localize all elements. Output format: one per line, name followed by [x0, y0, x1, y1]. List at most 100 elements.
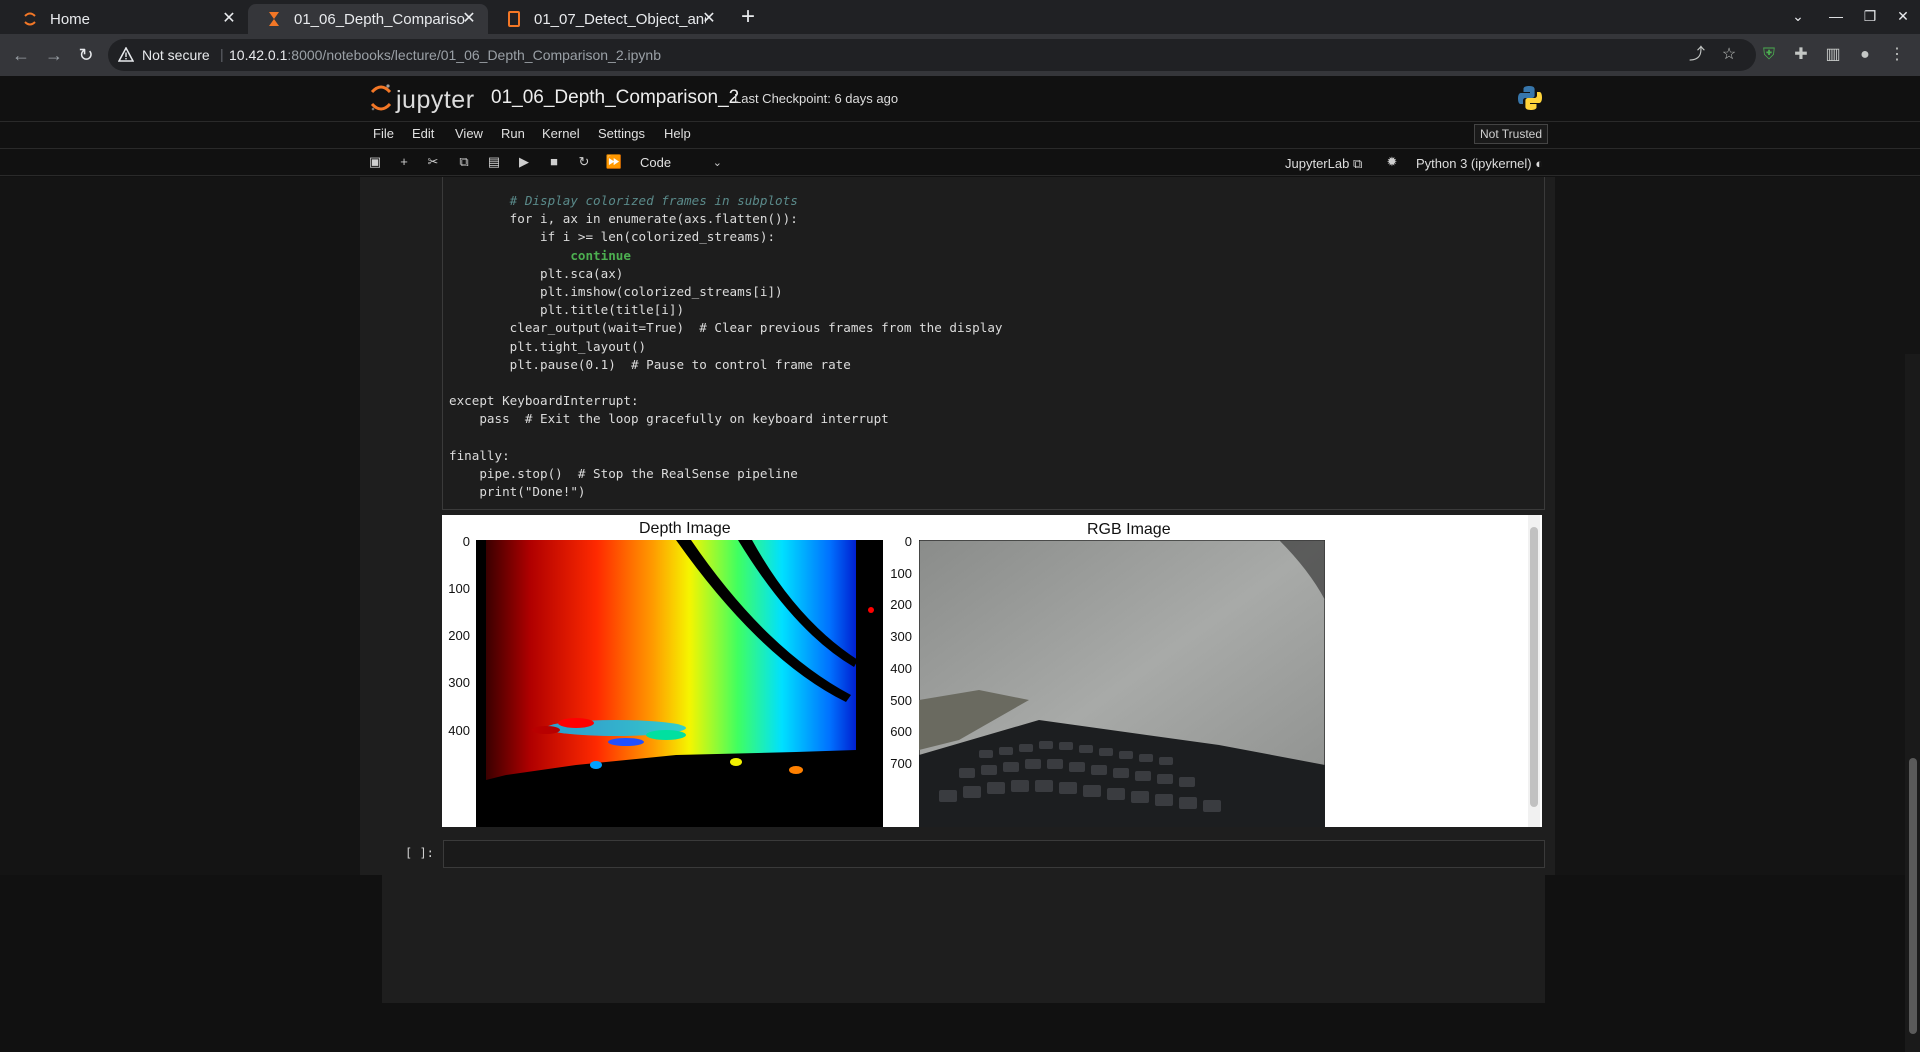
code-line: if i >= len(colorized_streams):	[449, 229, 775, 244]
url-host: 10.42.0.1	[229, 47, 288, 63]
scrollbar-thumb[interactable]	[1530, 527, 1538, 807]
code-text: pass # Exit the loop gracefully on keybo…	[449, 411, 889, 427]
code-editor[interactable]: # Display colorized frames in subplots f…	[449, 192, 1003, 501]
y-tick-label: 500	[890, 693, 912, 708]
python-logo-icon	[1517, 85, 1543, 111]
url-path: :8000/notebooks/lecture/01_06_Depth_Comp…	[287, 47, 661, 63]
run-icon[interactable]: ▶	[515, 153, 533, 171]
code-text: clear_output(wait=True) # Clear previous…	[449, 320, 1003, 336]
menu-kebab-icon[interactable]: ⋮	[1886, 44, 1908, 66]
close-icon[interactable]: ✕	[220, 10, 238, 28]
minimize-icon[interactable]: —	[1826, 8, 1846, 24]
shield-extension-icon[interactable]: ⛨	[1758, 44, 1780, 66]
menu-kernel[interactable]: Kernel	[542, 126, 580, 141]
output-area[interactable]: Depth Image 0 100 200 300 400 RGB Image …	[442, 515, 1542, 827]
jupyter-logo-icon	[370, 83, 392, 118]
divider: |	[220, 46, 224, 62]
code-text: plt.imshow(colorized_streams[i])	[449, 284, 783, 300]
y-tick-label: 200	[890, 597, 912, 612]
insert-cell-icon[interactable]: +	[395, 153, 413, 171]
bookmark-star-icon[interactable]: ☆	[1718, 44, 1740, 66]
kernel-name: Python 3 (ipykernel)	[1416, 156, 1532, 171]
menu-run[interactable]: Run	[501, 126, 525, 141]
paste-icon[interactable]: ▤	[485, 153, 503, 171]
kernel-status[interactable]: Python 3 (ipykernel) ◐	[1416, 156, 1543, 171]
depth-image	[476, 540, 883, 827]
y-tick-label: 0	[904, 534, 912, 549]
code-line: plt.pause(0.1) # Pause to control frame …	[449, 357, 851, 372]
external-link-icon: ⧉	[1352, 156, 1363, 171]
browser-toolbar: ← → ↻ Not secure | 10.42.0.1:8000/notebo…	[0, 34, 1920, 76]
back-icon[interactable]: ←	[11, 45, 31, 65]
restart-icon[interactable]: ↻	[575, 153, 593, 171]
copy-icon[interactable]: ⧉	[455, 153, 473, 171]
y-tick-label: 100	[448, 581, 470, 596]
y-tick-label: 300	[448, 675, 470, 690]
stop-icon[interactable]: ■	[545, 153, 563, 171]
y-tick-label: 600	[890, 724, 912, 739]
restart-run-all-icon[interactable]: ⏩	[605, 153, 623, 171]
restore-icon[interactable]: ❐	[1860, 8, 1880, 25]
profile-icon[interactable]: ●	[1854, 44, 1876, 66]
jupyter-menubar: File Edit View Run Kernel Settings Help …	[0, 121, 1920, 147]
scrollbar-thumb[interactable]	[1909, 758, 1917, 1034]
forward-icon[interactable]: →	[44, 45, 64, 65]
cut-icon[interactable]: ✂	[424, 153, 442, 171]
code-line: # Display colorized frames in subplots	[449, 193, 798, 208]
tab-depth-comparison[interactable]: 01_06_Depth_Comparison ✕	[248, 4, 488, 34]
settings-gear-icon[interactable]: ✹	[1383, 153, 1401, 171]
close-icon[interactable]: ✕	[460, 10, 478, 28]
tab-search-icon[interactable]: ⌄	[1788, 8, 1808, 25]
code-text: print("Done!")	[449, 484, 586, 500]
chevron-down-icon: ⌄	[712, 157, 722, 169]
address-bar[interactable]: Not secure | 10.42.0.1:8000/notebooks/le…	[108, 39, 1756, 71]
y-tick-label: 100	[890, 566, 912, 581]
security-label: Not secure	[142, 47, 210, 63]
warning-icon	[117, 46, 135, 63]
share-icon[interactable]: ⤴	[1686, 44, 1708, 66]
menu-help[interactable]: Help	[664, 126, 691, 141]
tab-home[interactable]: Home ✕	[4, 4, 248, 34]
empty-code-cell[interactable]	[443, 840, 1545, 868]
input-prompt: [ ]:	[405, 846, 434, 860]
new-tab-button[interactable]: +	[736, 5, 760, 30]
code-line: plt.sca(ax)	[449, 266, 623, 281]
y-tick-label: 200	[448, 628, 470, 643]
output-scrollbar[interactable]	[1528, 515, 1540, 827]
page-scrollbar[interactable]	[1905, 354, 1920, 1052]
cell-type-value: Code	[640, 155, 672, 170]
side-panel-icon[interactable]: ▥	[1822, 44, 1844, 66]
code-text: except KeyboardInterrupt:	[449, 393, 639, 409]
menu-settings[interactable]: Settings	[598, 126, 645, 141]
jupyter-icon	[22, 11, 38, 27]
close-icon[interactable]: ✕	[700, 10, 718, 28]
close-window-icon[interactable]: ✕	[1893, 8, 1913, 25]
tab-label: 01_07_Detect_Object_and	[534, 10, 706, 28]
code-text: plt.sca(ax)	[449, 265, 624, 281]
jupyter-logo[interactable]: jupyter	[370, 83, 475, 118]
tab-label: Home	[50, 10, 91, 28]
jupyter-header: jupyter 01_06_Depth_Comparison_2 Last Ch…	[0, 76, 1920, 121]
reload-icon[interactable]: ↻	[76, 45, 96, 65]
code-line: pipe.stop() # Stop the RealSense pipelin…	[449, 466, 797, 481]
cell-type-select[interactable]: Code ⌄	[640, 153, 722, 173]
extensions-puzzle-icon[interactable]: ✚	[1790, 44, 1812, 66]
y-tick-label: 400	[448, 723, 470, 738]
notebook-toolbar: ▣ + ✂ ⧉ ▤ ▶ ■ ↻ ⏩ Code ⌄ JupyterLab ⧉ ✹ …	[0, 148, 1920, 176]
tab-label: 01_06_Depth_Comparison	[294, 10, 466, 28]
output-cell: Depth Image 0 100 200 300 400 RGB Image …	[382, 515, 1545, 1003]
code-line: pass # Exit the loop gracefully on keybo…	[449, 411, 889, 427]
checkpoint-status: Last Checkpoint: 6 days ago	[734, 91, 899, 106]
jupyterlab-label: JupyterLab	[1285, 156, 1350, 171]
trust-button[interactable]: Not Trusted	[1474, 124, 1548, 144]
code-cell[interactable]: # Display colorized frames in subplots f…	[442, 177, 1545, 510]
notebook-title[interactable]: 01_06_Depth_Comparison_2	[491, 87, 739, 109]
tab-detect-object[interactable]: 01_07_Detect_Object_and ✕	[488, 4, 728, 34]
code-line: continue	[449, 248, 631, 263]
save-icon[interactable]: ▣	[366, 153, 384, 171]
menu-view[interactable]: View	[455, 126, 483, 141]
menu-file[interactable]: File	[373, 126, 394, 141]
menu-edit[interactable]: Edit	[412, 126, 434, 141]
y-tick-label: 400	[890, 661, 912, 676]
jupyterlab-link[interactable]: JupyterLab ⧉	[1285, 156, 1362, 172]
